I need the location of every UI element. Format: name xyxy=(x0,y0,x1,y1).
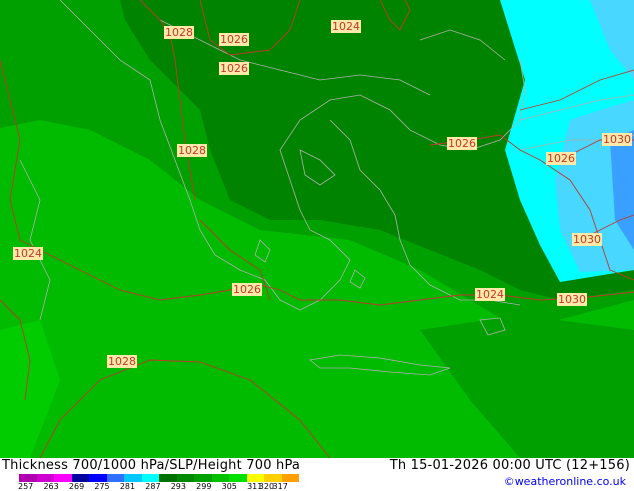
svg-text:1030: 1030 xyxy=(558,293,586,306)
isobar-label: 1028 xyxy=(177,144,207,157)
credit-link[interactable]: ©weatheronline.co.uk xyxy=(504,475,626,488)
colorbar-segment xyxy=(89,474,107,482)
colorbar xyxy=(19,474,299,482)
isobar-label: 1030 xyxy=(557,293,587,306)
colorbar-segment xyxy=(36,474,54,482)
svg-text:1026: 1026 xyxy=(233,283,261,296)
isobar-label: 1026 xyxy=(219,33,249,46)
colorbar-segment xyxy=(159,474,177,482)
colorbar-segment xyxy=(54,474,72,482)
isobar-label: 1026 xyxy=(219,62,249,75)
svg-text:1030: 1030 xyxy=(573,233,601,246)
colorbar-segment xyxy=(106,474,124,482)
colorbar-segment xyxy=(71,474,89,482)
colorbar-segment xyxy=(229,474,247,482)
isobar-label: 1024 xyxy=(475,288,505,301)
isobar-label: 1028 xyxy=(164,26,194,39)
colorbar-segment xyxy=(211,474,229,482)
forecast-datetime: Th 15-01-2026 00:00 UTC (12+156) xyxy=(389,458,630,473)
colorbar-segment xyxy=(264,474,282,482)
svg-text:1026: 1026 xyxy=(220,62,248,75)
isobar-label: 1026 xyxy=(447,137,477,150)
thickness-map: 1028 1026 1024 1026 1028 1026 1026 1030 … xyxy=(0,0,634,458)
svg-text:1028: 1028 xyxy=(108,355,136,368)
map-footer: Thickness 700/1000 hPa/SLP/Height 700 hP… xyxy=(0,458,634,491)
svg-text:1024: 1024 xyxy=(476,288,504,301)
colorbar-segment xyxy=(281,474,299,482)
isobar-label: 1026 xyxy=(546,152,576,165)
svg-text:1030: 1030 xyxy=(603,133,631,146)
map-title: Thickness 700/1000 hPa/SLP/Height 700 hP… xyxy=(2,458,301,473)
isobar-label: 1030 xyxy=(602,133,632,146)
svg-text:1028: 1028 xyxy=(178,144,206,157)
colorbar-segment xyxy=(246,474,264,482)
svg-text:1026: 1026 xyxy=(448,137,476,150)
isobar-label: 1024 xyxy=(13,247,43,260)
svg-text:1026: 1026 xyxy=(547,152,575,165)
colorbar-segment xyxy=(141,474,159,482)
svg-text:1028: 1028 xyxy=(165,26,193,39)
svg-text:1026: 1026 xyxy=(220,33,248,46)
colorbar-segment xyxy=(194,474,212,482)
colorbar-segment xyxy=(176,474,194,482)
isobar-label: 1024 xyxy=(331,20,361,33)
colorbar-segment xyxy=(19,474,37,482)
isobar-label: 1026 xyxy=(232,283,262,296)
svg-text:1024: 1024 xyxy=(332,20,360,33)
isobar-label: 1030 xyxy=(572,233,602,246)
svg-text:1024: 1024 xyxy=(14,247,42,260)
weather-map-view: 1028 1026 1024 1026 1028 1026 1026 1030 … xyxy=(0,0,634,491)
isobar-label: 1028 xyxy=(107,355,137,368)
colorbar-segment xyxy=(124,474,142,482)
